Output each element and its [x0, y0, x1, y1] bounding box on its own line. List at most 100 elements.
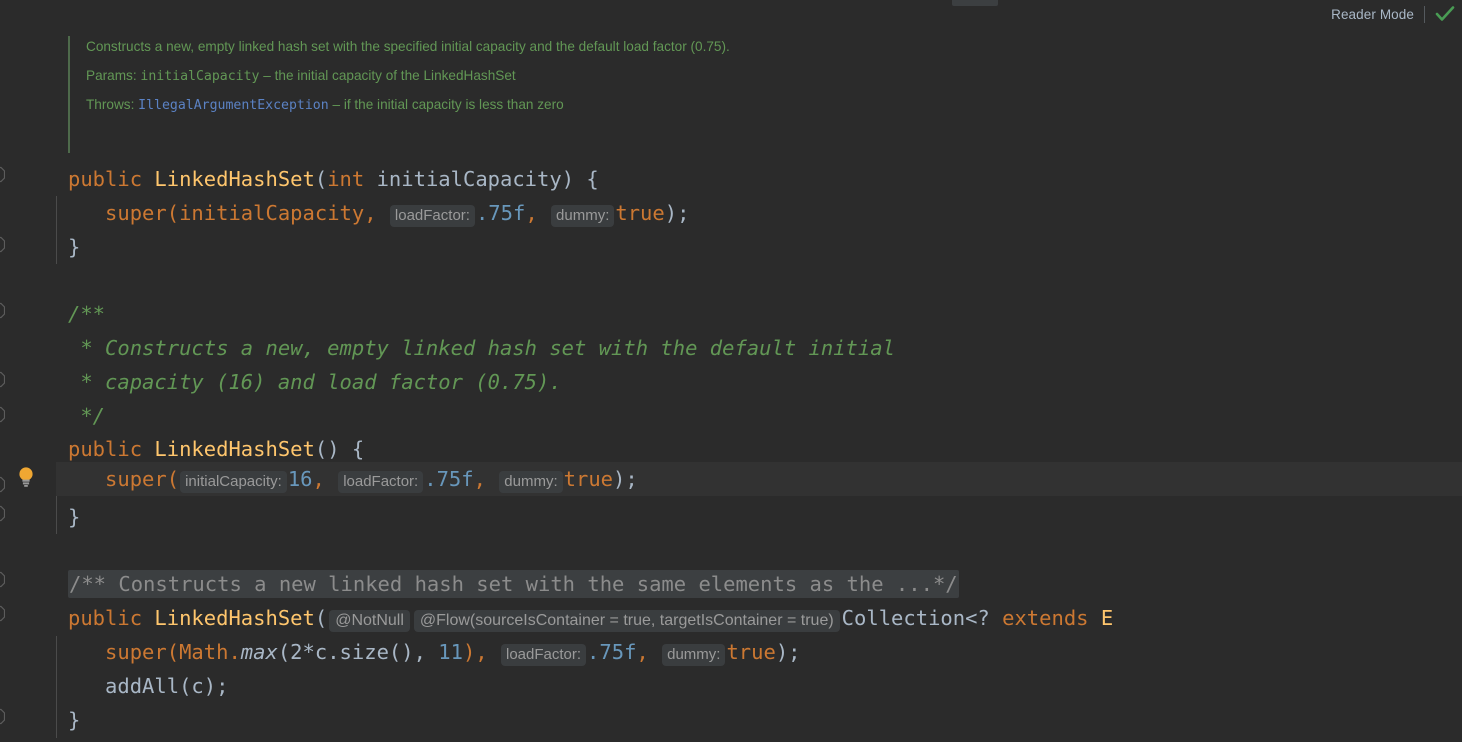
javadoc-throws-type-link[interactable]: IllegalArgumentException [138, 98, 329, 113]
args-close: ), [462, 640, 488, 664]
open-paren: ( [314, 167, 328, 191]
class-name: LinkedHashSet [154, 167, 315, 191]
keyword-public: public [68, 437, 143, 461]
code-fold-tag-icon[interactable] [0, 571, 5, 588]
reader-mode-label: Reader Mode [1331, 6, 1414, 22]
value-eleven: 11 [438, 640, 463, 664]
inlay-annotation-flow[interactable]: @Flow(sourceIsContainer = true, targetIs… [413, 610, 840, 632]
code-line-ctor-default-signature[interactable]: public LinkedHashSet() { [0, 432, 1462, 466]
value-dummy: true [726, 640, 776, 664]
inlay-annotation-notnull[interactable]: @NotNull [329, 610, 410, 632]
code-fold-tag-icon[interactable] [0, 236, 5, 253]
comma: , [636, 640, 649, 664]
code-editor[interactable]: Reader Mode Constructs a new, empty link… [0, 0, 1462, 742]
statement-tail: ); [664, 201, 690, 225]
javadoc-throws-row: Throws: IllegalArgumentException – if th… [86, 94, 1068, 116]
javadoc-summary-text: Constructs a new, empty linked hash set … [86, 39, 730, 54]
inlay-hint-loadfactor[interactable]: loadFactor: [338, 471, 424, 493]
javadoc-open-token: /** [68, 302, 106, 326]
value-loadfactor: .75f [587, 640, 637, 664]
code-fold-tag-icon[interactable] [0, 708, 5, 725]
javadoc-close-token: */ [68, 404, 106, 428]
keyword-public: public [68, 167, 143, 191]
code-fold-tag-icon[interactable] [0, 505, 5, 522]
code-line-ctor-collection-close[interactable]: } [0, 703, 1462, 737]
class-name: LinkedHashSet [154, 437, 315, 461]
comma: , [525, 201, 538, 225]
code-fold-tag-icon[interactable] [0, 302, 5, 319]
code-line-ctor-int-close[interactable]: } [0, 230, 1462, 264]
param-type-collection: Collection<? [841, 606, 990, 630]
rendered-javadoc-panel[interactable]: Constructs a new, empty linked hash set … [68, 36, 1068, 153]
keyword-super: super(Math. [105, 640, 241, 664]
code-line-javadoc-open[interactable]: /** [0, 297, 1462, 331]
inspection-widget-stub[interactable] [952, 0, 998, 6]
javadoc-param-dash: – [259, 68, 275, 84]
open-paren: ( [314, 606, 328, 630]
javadoc-params-row: Params: initialCapacity – the initial ca… [86, 65, 1068, 87]
code-line-javadoc-text-2[interactable]: * capacity (16) and load factor (0.75). [0, 365, 1462, 399]
code-line-addall[interactable]: addAll(c); [0, 669, 1462, 703]
javadoc-throws-label: Throws: [86, 97, 135, 113]
close-brace: } [68, 235, 81, 259]
editor-gutter[interactable] [0, 28, 56, 742]
code-fold-tag-icon[interactable] [0, 406, 5, 423]
static-method-max: max [240, 640, 278, 664]
javadoc-throws-description: if the initial capacity is less than zer… [343, 97, 564, 113]
param-identifier: initialCapacity [364, 167, 562, 191]
comma: , [473, 467, 486, 491]
code-line-ctor-int-super[interactable]: super(initialCapacity, loadFactor: .75f, … [0, 196, 1462, 230]
value-dummy: true [615, 201, 665, 225]
inlay-hint-loadfactor[interactable]: loadFactor: [389, 205, 475, 227]
code-line-javadoc-text-1[interactable]: * Constructs a new, empty linked hash se… [0, 331, 1462, 365]
folded-comment-region[interactable]: /** Constructs a new linked hash set wit… [68, 570, 959, 598]
code-fold-tag-icon[interactable] [0, 476, 5, 493]
code-fold-tag-icon[interactable] [0, 605, 5, 622]
reader-mode-control[interactable]: Reader Mode [1331, 2, 1456, 26]
javadoc-param-description: the initial capacity of the LinkedHashSe… [274, 68, 516, 84]
code-line-javadoc-close[interactable]: */ [0, 399, 1462, 433]
code-line-ctor-collection-signature[interactable]: public LinkedHashSet(@NotNull @Flow(sourc… [0, 601, 1462, 635]
lightbulb-intention-icon[interactable] [16, 466, 36, 488]
keyword-super: super( [105, 467, 180, 491]
code-line-ctor-int-signature[interactable]: public LinkedHashSet(int initialCapacity… [0, 162, 1462, 196]
statement-tail: ); [613, 467, 638, 491]
value-loadfactor: .75f [424, 467, 474, 491]
code-fold-tag-icon[interactable] [0, 371, 5, 388]
javadoc-throws-dash: – [328, 97, 344, 113]
method-call-addall: addAll(c); [105, 674, 229, 698]
signature-close: ) { [561, 167, 599, 191]
editor-toolbar: Reader Mode [0, 0, 1462, 28]
code-line-ctor-collection-super[interactable]: super(Math.max(2*c.size(), 11), loadFact… [0, 635, 1462, 669]
keyword-extends: extends [1002, 606, 1089, 630]
green-check-icon[interactable] [1434, 4, 1456, 24]
javadoc-left-rule [68, 36, 70, 153]
javadoc-comment-text: * capacity (16) and load factor (0.75). [68, 370, 562, 394]
value-dummy: true [563, 467, 614, 491]
javadoc-param-name: initialCapacity [140, 69, 260, 85]
statement-tail: ); [775, 640, 801, 664]
class-name: LinkedHashSet [154, 606, 315, 630]
keyword-public: public [68, 606, 143, 630]
inlay-hint-dummy[interactable]: dummy: [499, 471, 563, 493]
close-brace: } [68, 708, 81, 732]
code-line-ctor-default-super[interactable]: super(initialCapacity: 16, loadFactor: .75… [0, 462, 1462, 496]
code-line-ctor-default-close[interactable]: } [0, 500, 1462, 534]
value-initialcapacity: 16 [287, 467, 313, 491]
comma: , [312, 467, 325, 491]
inlay-hint-loadfactor[interactable]: loadFactor: [501, 644, 587, 666]
javadoc-params-label: Params: [86, 68, 137, 84]
inlay-hint-initialcapacity[interactable]: initialCapacity: [180, 471, 287, 493]
value-loadfactor: .75f [475, 201, 526, 225]
javadoc-comment-text: * Constructs a new, empty linked hash se… [68, 336, 895, 360]
keyword-super: super(initialCapacity, [105, 201, 377, 225]
param-type-bound: E [1100, 606, 1114, 630]
code-fold-tag-icon[interactable] [0, 166, 5, 183]
toolbar-divider [1424, 5, 1425, 23]
inlay-hint-dummy[interactable]: dummy: [662, 644, 726, 666]
method-args: (2*c.size(), [277, 640, 439, 664]
code-line-folded-comment[interactable]: /** Constructs a new linked hash set wit… [0, 567, 1462, 601]
keyword-int: int [327, 167, 365, 191]
close-brace: } [68, 505, 81, 529]
inlay-hint-dummy[interactable]: dummy: [551, 205, 615, 227]
